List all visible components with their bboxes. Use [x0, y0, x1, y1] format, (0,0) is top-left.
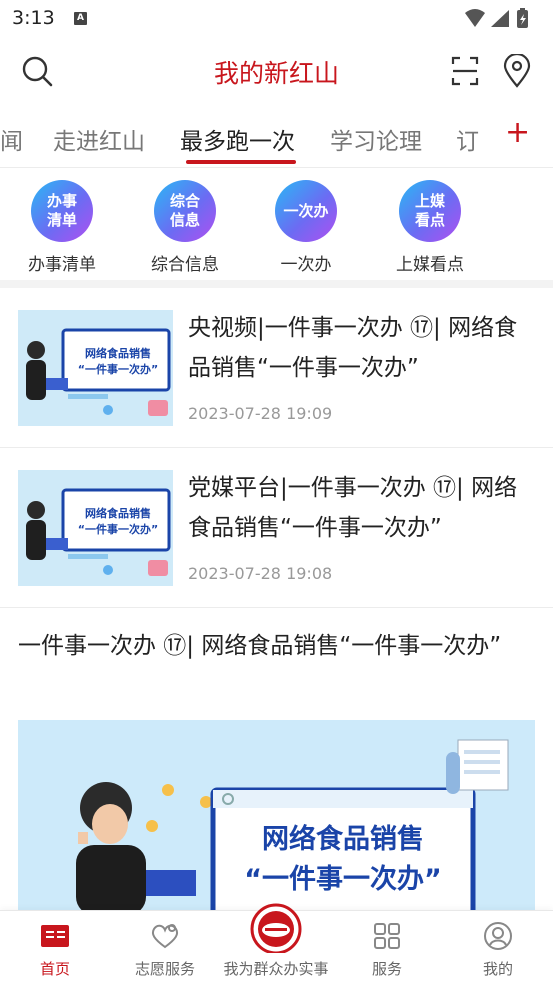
- logo-icon: [221, 903, 331, 953]
- section-divider: [0, 280, 553, 288]
- quick-item-zonghe-xinxi[interactable]: 综合信息 综合信息: [130, 180, 240, 275]
- zonghe-xinxi-icon: 综合信息: [154, 180, 216, 242]
- quick-entries: 办事清单 办事清单 综合信息 综合信息 一次办 一次办 上媒看点 上媒看点: [0, 170, 553, 280]
- status-bar: 3:13 A: [0, 0, 553, 38]
- tabbar-serve-people[interactable]: 我为群众办实事: [221, 903, 331, 979]
- tabbar-label: 我的: [482, 960, 513, 978]
- thumbnail-text: “一件事一次办”: [77, 363, 159, 376]
- news-list-item[interactable]: 网络食品销售 “一件事一次办” 党媒平台|一件事一次办 ⑰| 网络食品销售“一件…: [0, 448, 553, 608]
- home-icon: [0, 919, 110, 953]
- thumbnail-text: 网络食品销售: [85, 347, 151, 360]
- news-date: 2023-07-28 19:09: [188, 404, 333, 423]
- featured-article-title[interactable]: 一件事一次办 ⑰| 网络食品销售“一件事一次办”: [18, 626, 533, 666]
- featured-image-text: 网络食品销售: [262, 824, 424, 855]
- thumbnail-text: 网络食品销售: [85, 507, 151, 520]
- tab-study-theory[interactable]: 学习论理: [330, 122, 422, 156]
- news-title: 党媒平台|一件事一次办 ⑰| 网络食品销售“一件事一次办”: [188, 475, 518, 541]
- tabbar-label: 服务: [371, 960, 402, 978]
- tabbar-label: 我为群众办实事: [223, 960, 329, 978]
- bottom-tab-bar: 首页 志愿服务 我为群众办实事 服务 我的: [0, 903, 553, 984]
- signal-icon: [491, 10, 509, 27]
- tab-enter-hongshan[interactable]: 走进红山: [53, 122, 145, 156]
- wifi-icon: [465, 9, 485, 27]
- app-header: 我的新红山: [0, 40, 553, 104]
- status-icons: [463, 7, 543, 35]
- tab-news[interactable]: 闻: [0, 122, 23, 156]
- tabbar-profile[interactable]: 我的: [443, 919, 553, 979]
- tabbar-volunteer[interactable]: 志愿服务: [110, 919, 220, 979]
- quick-item-shangmei-kandian[interactable]: 上媒看点 上媒看点: [375, 180, 485, 275]
- thumbnail-text: “一件事一次办”: [77, 523, 159, 536]
- news-thumbnail: 网络食品销售 “一件事一次办”: [18, 470, 173, 586]
- quick-item-label: 一次办: [280, 255, 332, 275]
- tab-subscribe[interactable]: 订: [456, 122, 479, 156]
- active-tab-indicator: [186, 160, 296, 164]
- tab-zuiduo-pao-yici[interactable]: 最多跑一次: [180, 122, 295, 156]
- tabbar-label: 志愿服务: [134, 960, 195, 978]
- quick-item-banshi-qingdan[interactable]: 办事清单 办事清单: [7, 180, 117, 275]
- grid-icon: [332, 919, 442, 953]
- news-list-item[interactable]: 网络食品销售 “一件事一次办” 央视频|一件事一次办 ⑰| 网络食品销售“一件事…: [0, 288, 553, 448]
- featured-image-text: “一件事一次办”: [244, 864, 442, 895]
- location-icon[interactable]: [503, 52, 531, 92]
- banshi-qingdan-icon: 办事清单: [31, 180, 93, 242]
- news-title: 央视频|一件事一次办 ⑰| 网络食品销售“一件事一次办”: [188, 315, 518, 381]
- channel-tabs: 闻 走进红山 最多跑一次 学习论理 订 +: [0, 108, 553, 168]
- featured-article-image[interactable]: 网络食品销售 “一件事一次办”: [18, 720, 535, 910]
- news-thumbnail: 网络食品销售 “一件事一次办”: [18, 310, 173, 426]
- battery-icon: [517, 8, 528, 28]
- notification-icon: A: [74, 12, 87, 25]
- quick-item-label: 综合信息: [151, 255, 219, 275]
- quick-item-label: 上媒看点: [396, 255, 464, 275]
- quick-item-yici-ban[interactable]: 一次办 一次办: [251, 180, 361, 275]
- shangmei-kandian-icon: 上媒看点: [399, 180, 461, 242]
- quick-item-label: 办事清单: [28, 255, 96, 275]
- news-date: 2023-07-28 19:08: [188, 564, 333, 583]
- volunteer-icon: [110, 919, 220, 953]
- add-channel-button[interactable]: +: [505, 118, 530, 148]
- tabbar-label: 首页: [39, 960, 70, 978]
- status-time: 3:13: [12, 7, 55, 29]
- tabbar-services[interactable]: 服务: [332, 919, 442, 979]
- yici-ban-icon: 一次办: [275, 180, 337, 242]
- profile-icon: [443, 919, 553, 953]
- scan-icon[interactable]: [450, 54, 480, 92]
- tabbar-home[interactable]: 首页: [0, 919, 110, 979]
